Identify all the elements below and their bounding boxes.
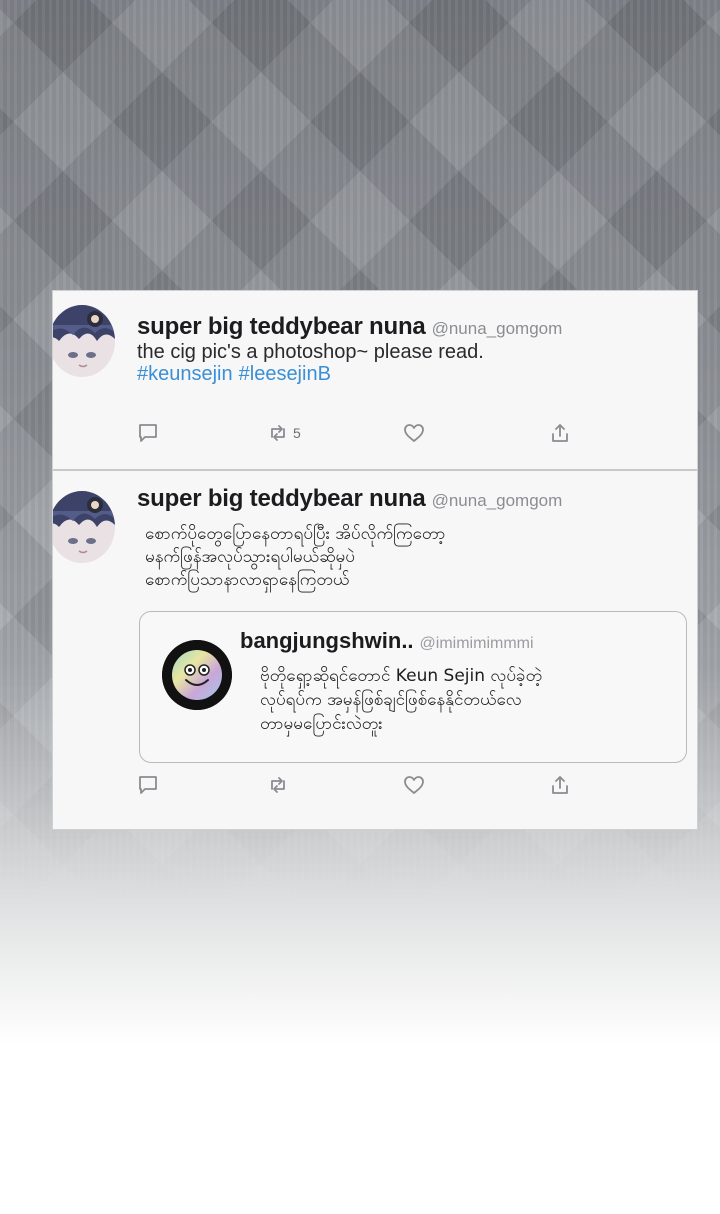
hashtag-link[interactable]: #leesejinB [239,363,331,385]
like-icon [404,424,424,442]
quoted-tweet-text: ဗိုတိုရှော့ဆိုရင်တောင် Keun Sejin လုပ်ခဲ… [260,664,670,736]
tweet-text-line: စောက်ပြသာနာလာရှာနေကြတယ် [145,570,350,590]
share-icon [552,776,568,794]
retweet-count: 5 [293,425,301,441]
like-button[interactable] [403,419,425,447]
quoted-tweet-header: bangjungshwin.. @imimimimmmi [240,628,534,654]
tweet-actions: 5 [137,419,577,447]
reply-button[interactable] [137,419,159,447]
share-button[interactable] [549,419,571,447]
retweet-icon [271,777,285,793]
reply-icon [139,424,157,442]
handle[interactable]: @imimimimmmi [420,635,534,652]
quoted-text-line: လုပ်ရပ်က အမှန်ဖြစ်ချင်ဖြစ်နေနိုင်တယ်လေ [260,690,522,710]
quoted-text-line: တာမှမပြောင်းလဲတူး [260,714,383,734]
avatar[interactable] [53,491,115,563]
tweet[interactable]: super big teddybear nuna @nuna_gomgom စော… [53,471,697,829]
tweet-text-line: စောက်ပိုတွေပြောနေတာရပ်ပြီး အိပ်လိုက်ကြတေ… [145,524,446,544]
quoted-tweet[interactable]: bangjungshwin.. @imimimimmmi ဗိုတိုရှော့ဆ… [139,611,687,763]
hashtag-link[interactable]: #keunsejin [137,363,233,385]
hashtag-list: #keunsejin #leesejinB [137,363,331,385]
tweet[interactable]: super big teddybear nuna @nuna_gomgom the… [53,291,697,471]
tweet-actions [137,771,577,799]
quoted-text-line: ဗိုတိုရှော့ဆိုရင်တောင် Keun Sejin လုပ်ခဲ… [260,666,543,686]
like-icon [404,776,424,794]
avatar[interactable] [162,640,232,710]
handle[interactable]: @nuna_gomgom [432,319,563,338]
reply-button[interactable] [137,771,159,799]
display-name[interactable]: bangjungshwin.. [240,628,414,653]
display-name[interactable]: super big teddybear nuna [137,313,426,340]
tweet-text-line: မနက်ဖြန်အလုပ်သွားရပါမယ်ဆိုမှပဲ [145,547,355,567]
retweet-button[interactable]: 5 [267,419,301,447]
handle[interactable]: @nuna_gomgom [432,491,563,510]
tweet-header: super big teddybear nuna @nuna_gomgom [137,485,562,513]
tweet-text: the cig pic's a photoshop~ please read. [137,341,484,363]
like-button[interactable] [403,771,425,799]
retweet-button[interactable] [267,771,289,799]
tweet-header: super big teddybear nuna @nuna_gomgom [137,313,562,341]
avatar[interactable] [53,305,115,377]
retweet-icon [271,425,285,441]
display-name[interactable]: super big teddybear nuna [137,485,426,512]
share-button[interactable] [549,771,571,799]
tweet-screenshot-card: super big teddybear nuna @nuna_gomgom the… [52,290,698,830]
reply-icon [139,776,157,794]
tweet-text: စောက်ပိုတွေပြောနေတာရပ်ပြီး အိပ်လိုက်ကြတေ… [145,523,585,592]
share-icon [552,424,568,442]
